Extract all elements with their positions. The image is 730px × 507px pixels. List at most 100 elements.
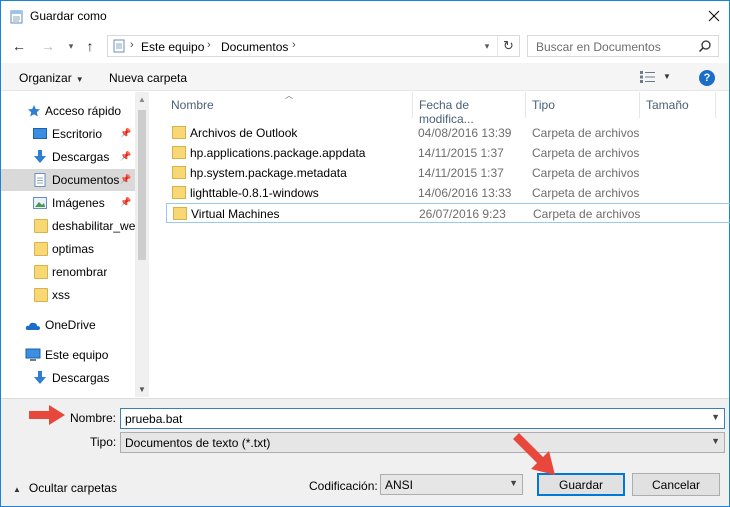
- sidebar-item-documentos[interactable]: Documentos 📌: [1, 169, 135, 191]
- back-button[interactable]: ←: [11, 38, 27, 54]
- search-box[interactable]: Buscar en Documentos: [527, 35, 719, 57]
- sidebar-item-label: optimas: [52, 242, 95, 256]
- navigation-pane-scrollbar[interactable]: ▲ ▼: [135, 92, 149, 397]
- folder-icon: [172, 146, 186, 159]
- folder-icon: [34, 242, 48, 256]
- breadcrumb-separator-icon[interactable]: ›: [207, 39, 211, 51]
- breadcrumb-este-equipo[interactable]: Este equipo: [141, 40, 204, 54]
- pin-icon: 📌: [120, 151, 132, 161]
- navigation-pane: Acceso rápido Escritorio 📌 Descargas 📌 D…: [1, 92, 149, 397]
- chevron-down-icon: ▾: [484, 40, 490, 51]
- close-icon: [708, 10, 720, 22]
- new-folder-button[interactable]: Nueva carpeta: [109, 71, 187, 85]
- pin-icon: 📌: [120, 128, 132, 138]
- folder-icon: [173, 207, 187, 220]
- sidebar-item-descargas[interactable]: Descargas 📌: [1, 146, 135, 168]
- notepad-icon: [10, 10, 23, 24]
- folder-icon: [34, 265, 48, 279]
- sidebar-item-label: OneDrive: [45, 318, 96, 332]
- close-button[interactable]: [699, 1, 729, 31]
- organize-menu[interactable]: Organizar ▼: [19, 71, 84, 85]
- up-button[interactable]: ↑: [82, 38, 98, 54]
- encoding-value: ANSI: [385, 478, 414, 492]
- help-button[interactable]: ?: [699, 70, 715, 86]
- file-type: Carpeta de archivos: [532, 146, 640, 160]
- column-header-date[interactable]: Fecha de modifica...: [413, 92, 526, 126]
- breadcrumb-documentos[interactable]: Documentos: [221, 40, 288, 54]
- save-form: Nombre: prueba.bat ▼ Tipo: Documentos de…: [1, 398, 729, 506]
- view-options-icon[interactable]: [640, 71, 656, 83]
- pictures-icon: [33, 197, 47, 209]
- encoding-select[interactable]: ANSI ▼: [380, 474, 523, 495]
- recent-locations-button[interactable]: ▾: [63, 38, 79, 54]
- file-type: Carpeta de archivos: [533, 207, 641, 221]
- address-bar[interactable]: › Este equipo › Documentos › ▾ ↻: [107, 35, 520, 57]
- forward-button[interactable]: →: [40, 38, 56, 54]
- folder-icon: [172, 186, 186, 199]
- address-history-dropdown[interactable]: ▾: [480, 39, 494, 53]
- folder-icon: [172, 166, 186, 179]
- sidebar-item-label: Imágenes: [52, 196, 105, 210]
- refresh-icon: ↻: [503, 38, 514, 53]
- file-name: hp.applications.package.appdata: [190, 146, 366, 160]
- sidebar-item-optimas[interactable]: optimas: [1, 238, 135, 260]
- scrollbar-thumb[interactable]: [138, 110, 146, 260]
- hide-folders-label: Ocultar carpetas: [28, 481, 117, 495]
- sidebar-item-onedrive[interactable]: OneDrive: [1, 314, 135, 336]
- filename-input[interactable]: prueba.bat ▼: [120, 408, 725, 429]
- sidebar-item-escritorio[interactable]: Escritorio 📌: [1, 123, 135, 145]
- file-row[interactable]: hp.system.package.metadata 14/11/2015 1:…: [166, 163, 730, 183]
- file-name: lighttable-0.8.1-windows: [190, 186, 319, 200]
- sidebar-item-este-equipo[interactable]: Este equipo: [1, 344, 135, 366]
- arrow-left-icon: ←: [12, 38, 26, 54]
- file-row[interactable]: Virtual Machines 26/07/2016 9:23 Carpeta…: [166, 203, 730, 223]
- breadcrumb-separator-icon[interactable]: ›: [130, 39, 134, 51]
- encoding-label: Codificación:: [309, 479, 378, 493]
- column-header-size[interactable]: Tamaño: [640, 92, 716, 118]
- file-type: Carpeta de archivos: [532, 186, 640, 200]
- file-date: 26/07/2016 9:23: [419, 207, 506, 221]
- hide-folders-toggle[interactable]: ▲ Ocultar carpetas: [13, 481, 117, 495]
- cancel-button[interactable]: Cancelar: [632, 473, 720, 496]
- file-type: Carpeta de archivos: [532, 166, 640, 180]
- sidebar-item-label: deshabilitar_web: [52, 219, 135, 233]
- caret-up-icon: ▲: [13, 485, 21, 494]
- folder-icon: [34, 288, 48, 302]
- search-icon[interactable]: [698, 39, 712, 53]
- file-type: Carpeta de archivos: [532, 126, 640, 140]
- sidebar-item-renombrar[interactable]: renombrar: [1, 261, 135, 283]
- sidebar-item-descargas-pc[interactable]: Descargas: [1, 367, 135, 389]
- refresh-button[interactable]: ↻: [497, 36, 519, 56]
- star-icon: [28, 105, 40, 117]
- sidebar-item-label: Documentos: [52, 173, 120, 187]
- arrow-right-icon: →: [41, 38, 55, 54]
- sidebar-item-label: Descargas: [52, 371, 110, 385]
- column-header-name[interactable]: Nombre: [165, 92, 413, 118]
- file-row[interactable]: hp.applications.package.appdata 14/11/20…: [166, 143, 730, 163]
- file-row[interactable]: Archivos de Outlook 04/08/2016 13:39 Car…: [166, 123, 730, 143]
- sidebar-item-imagenes[interactable]: Imágenes 📌: [1, 192, 135, 214]
- file-list: ︿ Nombre Fecha de modifica... Tipo Tamañ…: [151, 91, 730, 397]
- sidebar-item-label: Acceso rápido: [45, 104, 122, 118]
- sidebar-item-label: renombrar: [52, 265, 108, 279]
- sidebar-item-label: Descargas: [52, 150, 110, 164]
- folder-icon: [172, 126, 186, 139]
- file-name: Archivos de Outlook: [190, 126, 298, 140]
- download-icon: [34, 150, 46, 163]
- sidebar-item-quick-access[interactable]: Acceso rápido: [1, 100, 135, 122]
- view-dropdown-icon[interactable]: ▼: [663, 72, 671, 81]
- organize-label: Organizar: [19, 71, 72, 85]
- scroll-up-icon[interactable]: ▲: [138, 95, 146, 104]
- column-header-type[interactable]: Tipo: [526, 92, 640, 118]
- pin-icon: 📌: [120, 174, 132, 184]
- breadcrumb-separator-icon[interactable]: ›: [292, 39, 296, 51]
- scroll-down-icon[interactable]: ▼: [138, 385, 146, 394]
- sidebar-item-deshabilitar-web[interactable]: deshabilitar_web: [1, 215, 135, 237]
- sidebar-item-xss[interactable]: xss: [1, 284, 135, 306]
- command-bar: Organizar ▼ Nueva carpeta ▼ ?: [1, 63, 729, 91]
- filetype-select[interactable]: Documentos de texto (*.txt) ▼: [120, 432, 725, 453]
- file-row[interactable]: lighttable-0.8.1-windows 14/06/2016 13:3…: [166, 183, 730, 203]
- chevron-down-icon[interactable]: ▼: [711, 412, 720, 422]
- file-name: Virtual Machines: [191, 207, 280, 221]
- file-date: 14/11/2015 1:37: [418, 166, 504, 180]
